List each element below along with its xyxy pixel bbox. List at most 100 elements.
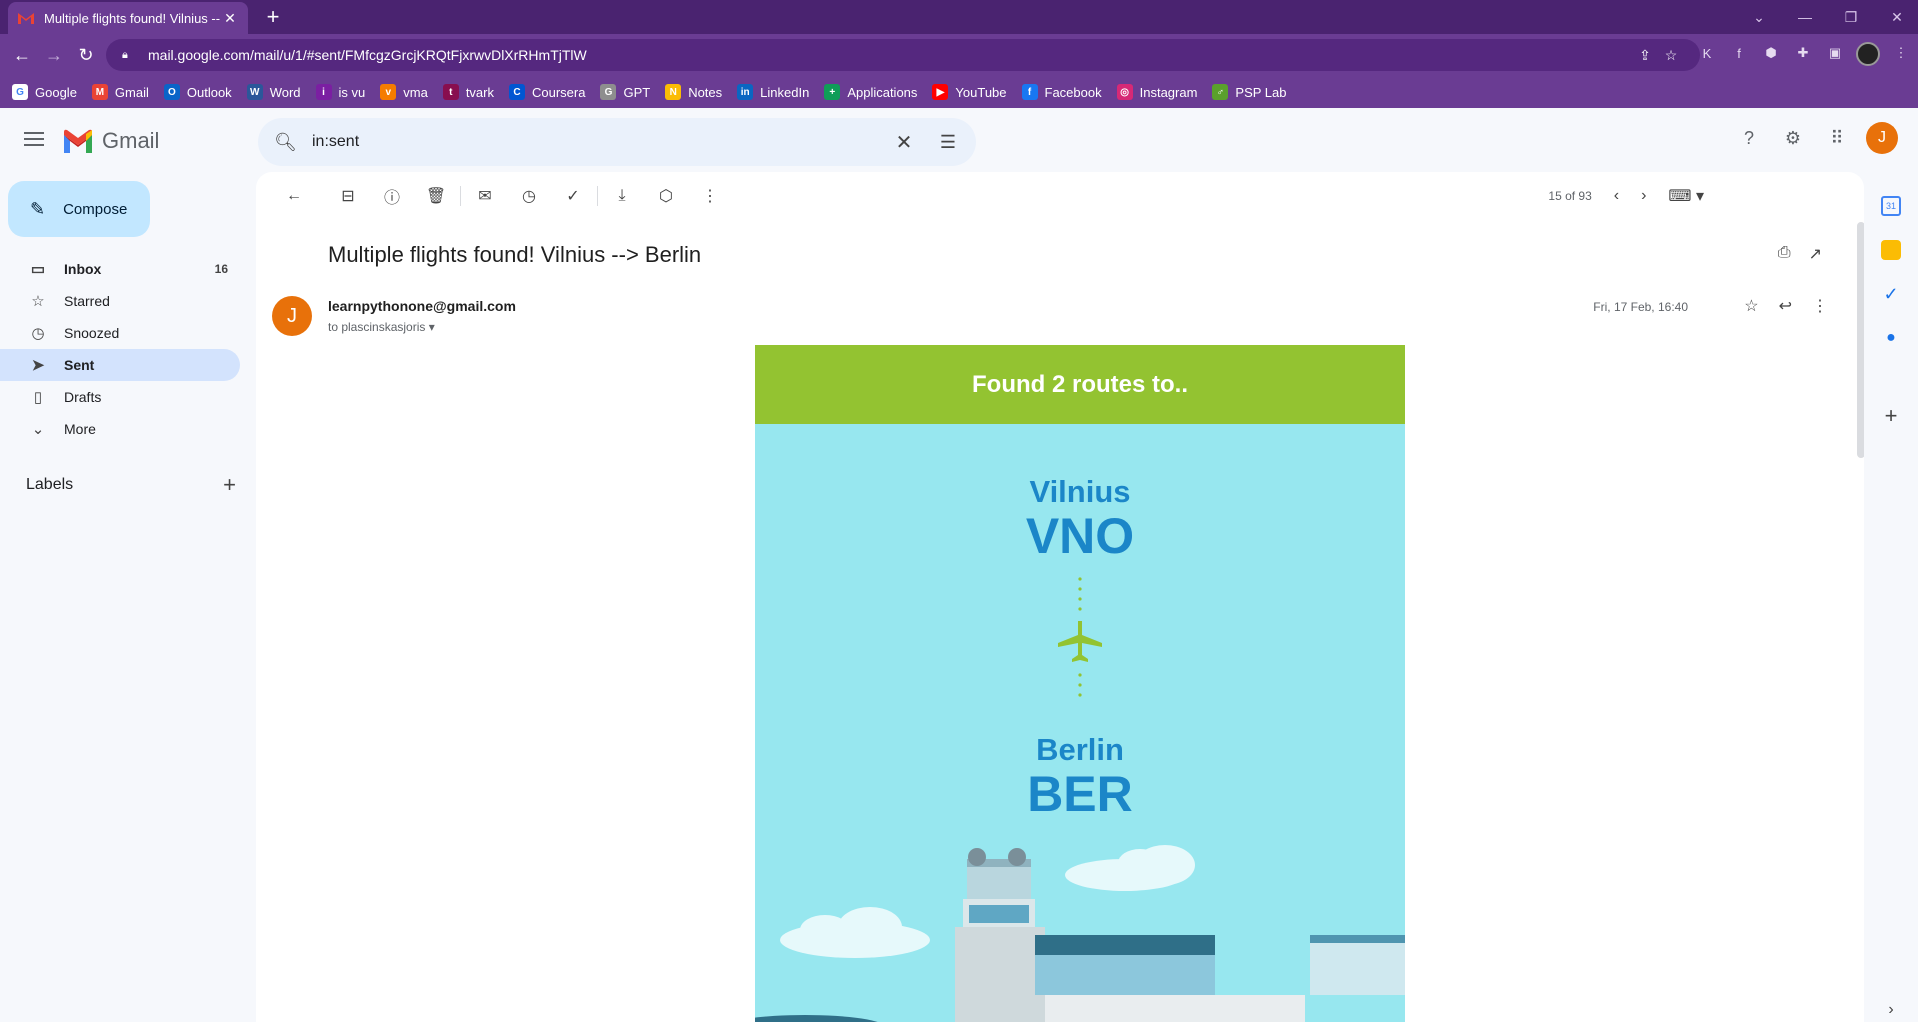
bookmark-label: Notes (688, 84, 723, 100)
clear-search-icon[interactable]: ✕ (892, 130, 916, 155)
mark-unread-icon[interactable]: ✉ (463, 186, 507, 206)
newer-chevron-icon[interactable]: ‹ (1614, 187, 1619, 205)
profile-avatar[interactable] (1856, 42, 1880, 66)
nav-item-inbox[interactable]: ▭ Inbox 16 (0, 253, 240, 285)
delete-icon[interactable]: 🗑︎ (414, 186, 458, 206)
back-arrow-icon[interactable]: ← (6, 39, 38, 71)
back-to-list-icon[interactable]: ← (272, 187, 316, 205)
input-tools-icon[interactable]: ⌨ ▾ (1668, 186, 1704, 206)
airport-illustration (755, 845, 1405, 1022)
add-task-icon[interactable]: ✓ (551, 186, 595, 206)
reload-icon[interactable]: ↻ (70, 39, 102, 71)
bookmark-coursera[interactable]: C Coursera (508, 84, 585, 100)
gmail-favicon-icon (18, 13, 34, 24)
account-avatar[interactable]: J (1866, 122, 1898, 154)
tab-search-icon[interactable]: ⌄ (1736, 9, 1782, 26)
bookmark-favicon-icon: M (91, 84, 108, 100)
bookmark-applications[interactable]: + Applications (824, 84, 917, 100)
older-chevron-icon[interactable]: › (1641, 187, 1646, 205)
bookmark-gmail[interactable]: M Gmail (91, 84, 149, 100)
message-actions: ☆ ↩ ⋮ (1744, 296, 1828, 316)
origin-code: VNO (1025, 508, 1135, 564)
hide-side-panel-icon[interactable]: › (1881, 1000, 1901, 1020)
recipient-details-chevron-icon[interactable]: ▾ (429, 320, 435, 334)
new-tab-button[interactable]: + (260, 4, 286, 30)
puzzle-icon[interactable]: ✚ (1792, 42, 1814, 64)
extension-f-icon[interactable]: f (1728, 42, 1750, 64)
bookmark-is-vu[interactable]: i is vu (315, 84, 365, 100)
gmail-logo[interactable]: Gmail (62, 128, 159, 154)
destination-city: Berlin (1036, 732, 1124, 767)
contacts-icon[interactable]: ● (1881, 328, 1901, 348)
bookmark-vma[interactable]: v vma (380, 84, 428, 100)
help-icon[interactable]: ? (1734, 123, 1764, 153)
origin-city: Vilnius (1029, 474, 1131, 509)
bookmark-star-icon[interactable]: ☆ (1658, 47, 1684, 64)
bookmark-tvark[interactable]: t tvark (442, 84, 494, 100)
bookmark-notes[interactable]: N Notes (665, 84, 722, 100)
left-nav: ▭ Inbox 16 ☆ Starred ◷ Snoozed ➤ Sent ▯ Drafts ⌄ Mor… (0, 253, 256, 445)
share-icon[interactable]: ⇪ (1632, 47, 1658, 64)
snooze-icon[interactable]: ◷ (507, 186, 551, 206)
minimize-icon[interactable]: — (1782, 9, 1828, 25)
label-icon[interactable]: ⬡ (644, 186, 688, 206)
nav-item-sent[interactable]: ➤ Sent (0, 349, 240, 381)
side-panel-icon[interactable]: ▣ (1824, 42, 1846, 64)
move-to-icon[interactable]: ⤓ (600, 187, 644, 205)
bookmark-favicon-icon: ♂ (1212, 84, 1229, 100)
address-bar[interactable]: 🔒︎ mail.google.com/mail/u/1/#sent/FMfcgz… (106, 39, 1700, 71)
star-icon: ☆ (31, 293, 45, 310)
add-label-icon[interactable]: + (223, 472, 236, 498)
reply-icon[interactable]: ↩ (1779, 296, 1792, 316)
recipient-line[interactable]: to plascinskasjoris ▾ (328, 320, 435, 334)
bookmarks-bar: G Google M Gmail O Outlook W Word i is vu v vma t tva… (0, 76, 1918, 108)
bookmark-youtube[interactable]: ▶ YouTube (932, 84, 1007, 100)
bookmark-favicon-icon: ▶ (932, 84, 949, 100)
bookmark-instagram[interactable]: ◎ Instagram (1116, 84, 1197, 100)
compose-button[interactable]: ✎ Compose (8, 181, 150, 237)
get-addons-icon[interactable]: + (1881, 403, 1901, 428)
apps-grid-icon[interactable]: ⠿ (1822, 123, 1852, 153)
bookmark-gpt[interactable]: G GPT (600, 84, 650, 100)
nav-item-more[interactable]: ⌄ More (0, 413, 240, 445)
message-more-icon[interactable]: ⋮ (1812, 296, 1828, 316)
gmail-m-icon (64, 129, 92, 153)
restore-icon[interactable]: ❐ (1828, 9, 1874, 26)
bookmark-linkedin[interactable]: in LinkedIn (737, 84, 809, 100)
bookmark-outlook[interactable]: O Outlook (163, 84, 232, 100)
nav-item-snoozed[interactable]: ◷ Snoozed (0, 317, 240, 349)
search-bar[interactable]: 🔍︎ in:sent ✕ ☰ (258, 118, 976, 166)
search-options-icon[interactable]: ☰ (936, 132, 960, 153)
settings-gear-icon[interactable]: ⚙ (1778, 123, 1808, 153)
extension-shield-icon[interactable]: ⬢ (1760, 42, 1782, 64)
bookmark-facebook[interactable]: f Facebook (1021, 84, 1102, 100)
forward-arrow-icon[interactable]: → (38, 39, 70, 71)
kebab-menu-icon[interactable]: ⋮ (1890, 42, 1912, 64)
bookmark-google[interactable]: G Google (12, 84, 77, 100)
star-message-icon[interactable]: ☆ (1744, 296, 1758, 316)
bookmark-favicon-icon: N (665, 84, 682, 100)
search-input[interactable]: in:sent (312, 133, 892, 151)
subject-actions: ⎙ ↗ (1778, 244, 1822, 264)
print-icon[interactable]: ⎙ (1778, 244, 1791, 264)
nav-item-drafts[interactable]: ▯ Drafts (0, 381, 240, 413)
browser-tab[interactable]: Multiple flights found! Vilnius -- ✕ (8, 2, 248, 34)
search-icon[interactable]: 🔍︎ (274, 132, 298, 153)
bookmark-psp-lab[interactable]: ♂ PSP Lab (1212, 84, 1287, 100)
nav-item-starred[interactable]: ☆ Starred (0, 285, 240, 317)
main-menu-icon[interactable] (22, 128, 46, 152)
close-window-icon[interactable]: ✕ (1874, 9, 1918, 26)
tab-close-icon[interactable]: ✕ (222, 10, 238, 27)
calendar-icon[interactable]: 31 (1881, 196, 1901, 216)
extension-k-icon[interactable]: K (1696, 42, 1718, 64)
tasks-icon[interactable]: ✓ (1881, 284, 1901, 304)
open-new-window-icon[interactable]: ↗ (1809, 244, 1822, 264)
message-scrollbar[interactable] (1857, 222, 1864, 458)
archive-icon[interactable]: ⊟ (326, 186, 370, 206)
airplane-icon (1058, 577, 1102, 697)
keep-icon[interactable] (1881, 240, 1901, 260)
more-options-icon[interactable]: ⋮ (688, 186, 732, 206)
bookmark-word[interactable]: W Word (246, 84, 301, 100)
nav-item-label: Drafts (64, 389, 102, 405)
report-spam-icon[interactable]: ⓘ (370, 184, 414, 208)
